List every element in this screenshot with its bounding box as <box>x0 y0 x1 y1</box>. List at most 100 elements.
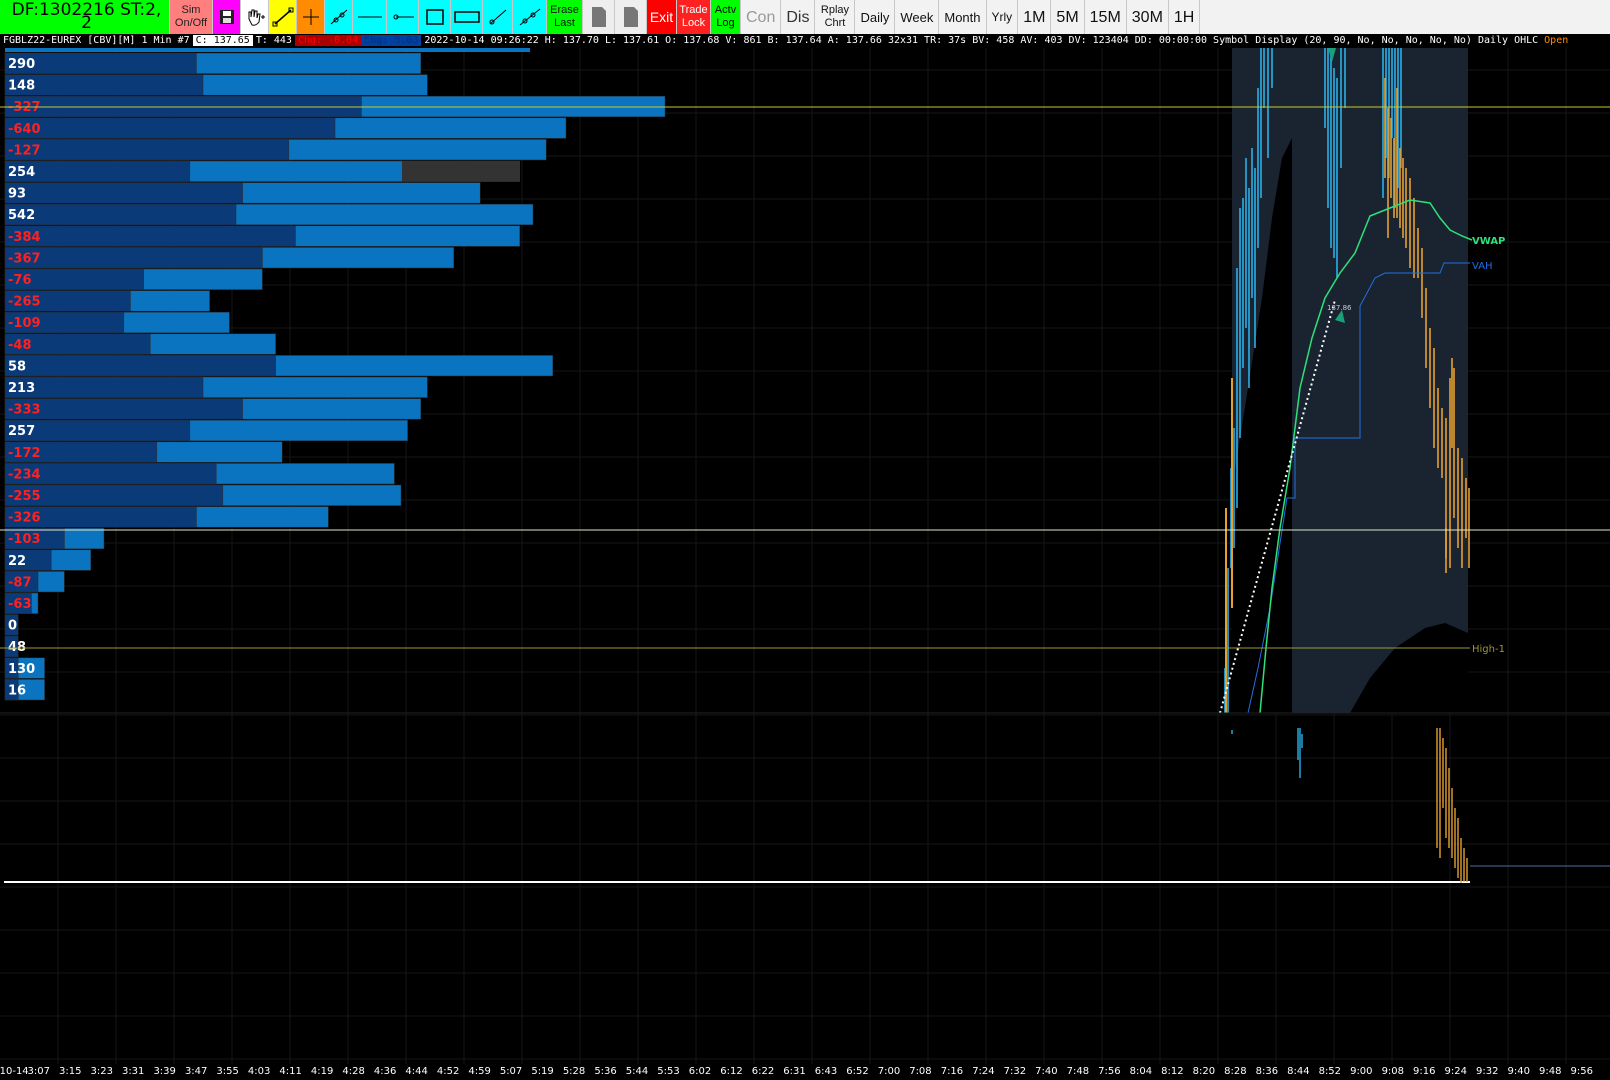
time-label: 4:19 <box>310 1066 334 1077</box>
trendline-icon[interactable] <box>483 0 513 34</box>
crosshair-icon[interactable] <box>297 0 325 34</box>
interval-15m-button[interactable]: 15M <box>1084 0 1127 34</box>
lower-pane-candles <box>1231 728 1468 883</box>
time-label: 9:00 <box>1350 1066 1373 1077</box>
page-alt-icon[interactable] <box>615 0 647 34</box>
profile-delta-label: 290 <box>8 57 35 72</box>
interval-30m-button[interactable]: 30M <box>1126 0 1169 34</box>
close-price: C: 137.65 <box>192 35 253 46</box>
time-label: 9:24 <box>1444 1066 1468 1077</box>
vwap-label: VWAP <box>1472 236 1505 247</box>
time-label: 7:08 <box>909 1066 932 1077</box>
profile-delta-label: 93 <box>8 187 26 202</box>
interval-1m-button[interactable]: 1M <box>1018 0 1052 34</box>
time-label: 7:16 <box>940 1066 964 1077</box>
time-label: 5:07 <box>499 1066 523 1077</box>
time-label: 4:11 <box>279 1066 302 1077</box>
symbol-label: FGBLZ22-EUREX [CBV][M] 1 Min #7 <box>3 35 190 46</box>
time-label: 7:24 <box>972 1066 995 1077</box>
time-label: 4:28 <box>342 1066 365 1077</box>
rectangle-icon[interactable] <box>419 0 451 34</box>
profile-delta-label: -265 <box>8 295 41 310</box>
profile-bar-delta <box>4 355 276 377</box>
profile-delta-label: -109 <box>8 316 41 331</box>
erase-last-button[interactable]: Erase Last <box>547 0 583 34</box>
period-month-button[interactable]: Month <box>939 0 987 34</box>
time-label: 3:15 <box>58 1066 82 1077</box>
time-label: 3:55 <box>216 1066 239 1077</box>
profile-delta-label: -640 <box>8 122 41 137</box>
time-label: 3:47 <box>184 1066 208 1077</box>
profile-delta-label: 148 <box>8 79 35 94</box>
profile-delta-label: 542 <box>8 208 35 223</box>
price-chart[interactable]: 290 148 -327 -640 -127 254 93 542 -384 -367 -76 -26… <box>0 48 1610 1064</box>
time-label: 9:08 <box>1381 1066 1405 1077</box>
sim-toggle-button[interactable]: Sim On/Off <box>170 0 213 34</box>
profile-delta-label: -48 <box>8 338 32 353</box>
draw-line-icon[interactable] <box>269 0 297 34</box>
connect-button[interactable]: Con <box>741 0 782 34</box>
dataframe-id-label: DF:1302216 ST:2, 2 <box>0 0 170 34</box>
time-label: 8:04 <box>1129 1066 1153 1077</box>
open-label: Open <box>1544 35 1569 46</box>
profile-delta-label: 257 <box>8 424 35 439</box>
time-label: 8:12 <box>1161 1066 1184 1077</box>
profile-delta-label: -127 <box>8 143 41 158</box>
time-label: 9:56 <box>1570 1066 1593 1077</box>
extended-line-icon[interactable] <box>513 0 547 34</box>
profile-bar-delta <box>4 182 243 204</box>
time-label: 6:12 <box>720 1066 743 1077</box>
disconnect-button[interactable]: Dis <box>781 0 816 34</box>
time-label: 8:20 <box>1192 1066 1216 1077</box>
period-daily-button[interactable]: Daily <box>855 0 896 34</box>
save-icon[interactable] <box>213 0 241 34</box>
activity-log-button[interactable]: Actv Log <box>711 0 741 34</box>
time-label: 3:31 <box>121 1066 145 1077</box>
time-label: 9:40 <box>1507 1066 1530 1077</box>
time-label: 4:36 <box>373 1066 397 1077</box>
time-axis: -10-143:07 3:15 3:23 3:31 3:39 3:47 3:55 4:03 4:… <box>0 1064 1610 1080</box>
horizontal-line-icon[interactable] <box>353 0 387 34</box>
exit-button[interactable]: Exit <box>647 0 677 34</box>
ray-icon[interactable] <box>325 0 353 34</box>
time-label: 4:44 <box>405 1066 428 1077</box>
horizontal-ray-icon[interactable] <box>387 0 419 34</box>
time-label: 5:19 <box>531 1066 554 1077</box>
interval-1h-button[interactable]: 1H <box>1168 0 1201 34</box>
profile-bar-partial <box>5 48 530 52</box>
profile-bar-delta <box>4 139 290 161</box>
profile-bar-delta <box>4 225 296 247</box>
time-label: 3:23 <box>90 1066 113 1077</box>
time-label: 8:36 <box>1255 1066 1279 1077</box>
period-yearly-button[interactable]: Yrly <box>986 0 1019 34</box>
time-label: 6:22 <box>751 1066 775 1077</box>
time-label: 6:02 <box>688 1066 712 1077</box>
time-label: 7:40 <box>1035 1066 1058 1077</box>
time-label: 5:44 <box>625 1066 649 1077</box>
time-label: 4:59 <box>468 1066 491 1077</box>
hand-pan-icon[interactable] <box>241 0 269 34</box>
replay-chart-button[interactable]: Rplay Chrt <box>815 0 856 34</box>
profile-delta-label: -367 <box>8 251 41 266</box>
profile-delta-label: 58 <box>8 359 26 374</box>
time-label: 8:28 <box>1224 1066 1247 1077</box>
profile-delta-label: 130 <box>8 662 35 677</box>
high1-label: High-1 <box>1472 644 1505 655</box>
profile-delta-label: -87 <box>8 575 32 590</box>
profile-delta-label: -234 <box>8 467 41 482</box>
trade-lock-button[interactable]: Trade Lock <box>677 0 711 34</box>
time-label: 9:48 <box>1539 1066 1562 1077</box>
time-label: 4:52 <box>436 1066 460 1077</box>
time-label: -10-14 <box>0 1066 29 1077</box>
profile-delta-label: 0 <box>8 619 17 634</box>
time-label: 7:56 <box>1098 1066 1121 1077</box>
interval-5m-button[interactable]: 5M <box>1051 0 1085 34</box>
profile-delta-label: 16 <box>8 683 26 698</box>
symbol-info-bar: FGBLZ22-EUREX [CBV][M] 1 Min #7 C: 137.65… <box>0 34 1610 48</box>
profile-delta-label: -326 <box>8 511 41 526</box>
period-week-button[interactable]: Week <box>895 0 940 34</box>
rectangle-ext-icon[interactable] <box>451 0 483 34</box>
profile-delta-label: 22 <box>8 554 26 569</box>
page-icon[interactable] <box>583 0 615 34</box>
bar-details: 2022-10-14 09:26:22 H: 137.70 L: 137.61 … <box>424 35 1539 46</box>
